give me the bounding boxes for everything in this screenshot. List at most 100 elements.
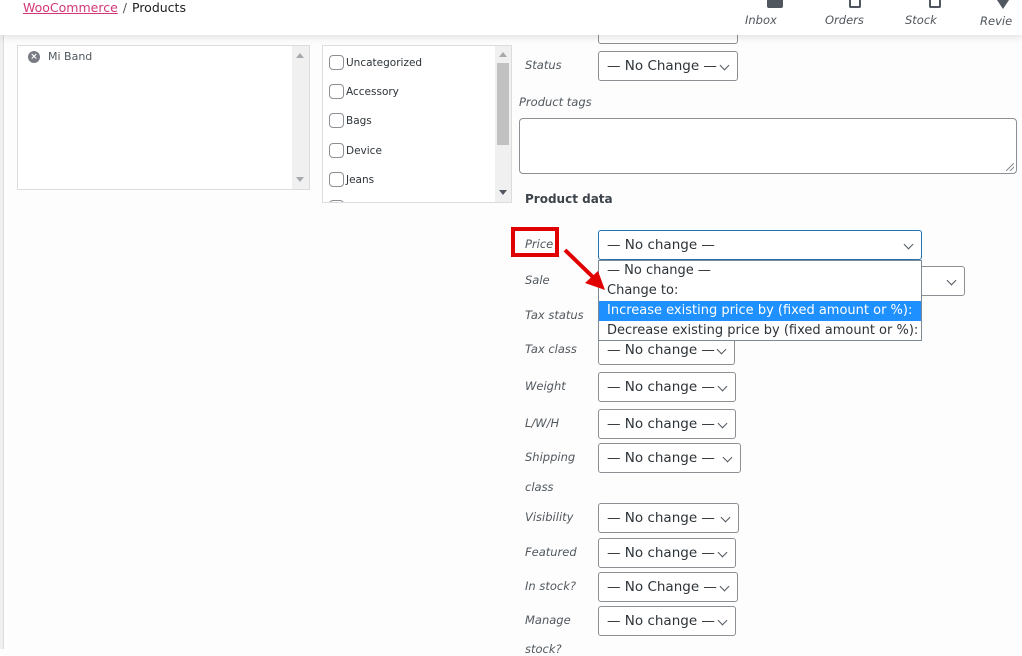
sale-label: Sale (525, 273, 550, 287)
chevron-down-icon (717, 615, 728, 626)
chevron-down-icon (722, 452, 733, 463)
breadcrumb-woocommerce-link[interactable]: WooCommerce (23, 0, 118, 15)
star-icon (997, 0, 1009, 9)
status-select[interactable]: — No Change — (598, 51, 738, 81)
price-dropdown-list: — No change — Change to: Increase existi… (598, 260, 922, 341)
tax-class-label: Tax class (525, 342, 577, 356)
visibility-label: Visibility (525, 510, 574, 524)
nav-stock-label: Stock (905, 13, 937, 27)
price-value: — No change — (607, 237, 715, 253)
category-item[interactable]: Uncategorized (329, 55, 422, 70)
nav-orders[interactable]: Orders (825, 0, 885, 27)
weight-value: — No change — (607, 379, 715, 395)
chevron-down-icon (716, 344, 727, 355)
lwh-label: L/W/H (525, 416, 560, 430)
featured-label: Featured (525, 545, 577, 559)
nav-orders-label: Orders (825, 13, 864, 27)
nav-reviews[interactable]: Revie (980, 0, 1022, 28)
category-checkbox[interactable] (329, 143, 344, 158)
chevron-down-icon (720, 512, 731, 523)
category-item[interactable]: Bags (329, 113, 372, 128)
product-chip-label: Mi Band (48, 50, 93, 63)
in-stock-value: — No Change — (607, 579, 717, 595)
chevron-down-icon (719, 581, 730, 592)
tax-status-label: Tax status (525, 308, 584, 322)
product-data-title: Product data (525, 192, 613, 206)
category-label: Bags (346, 114, 372, 127)
lwh-value: — No change — (607, 416, 715, 432)
category-label: Accessory (346, 85, 399, 98)
annotation-arrow-icon (563, 248, 605, 290)
breadcrumb-current: Products (132, 0, 186, 15)
breadcrumb: WooCommerce / Products (23, 0, 186, 15)
chevron-down-icon (717, 381, 728, 392)
chevron-down-icon (946, 275, 957, 286)
category-checkbox[interactable] (329, 200, 344, 202)
inbox-icon (767, 0, 783, 8)
categories-scrollbar[interactable] (495, 46, 511, 202)
shipping-class-label-2: class (525, 480, 554, 494)
chevron-down-icon (719, 60, 730, 71)
category-label: Jeans (346, 173, 375, 186)
chevron-down-icon (903, 239, 914, 250)
tax-class-value: — No change — (607, 342, 715, 358)
left-divider (0, 35, 4, 649)
status-label: Status (525, 58, 562, 72)
visibility-value: — No change — (607, 510, 715, 526)
category-item[interactable]: Accessory (329, 84, 399, 99)
category-checkbox[interactable] (329, 55, 344, 70)
scroll-up-icon[interactable] (296, 53, 304, 58)
breadcrumb-separator: / (122, 0, 127, 15)
scroll-down-icon[interactable] (499, 190, 507, 195)
manage-stock-label: Manage (525, 613, 571, 627)
price-select[interactable]: — No change — (598, 230, 922, 260)
chevron-down-icon (717, 547, 728, 558)
price-option-change-to[interactable]: Change to: (599, 281, 921, 301)
in-stock-select[interactable]: — No Change — (598, 572, 738, 602)
scroll-down-icon[interactable] (296, 177, 304, 182)
shipping-class-value: — No change — (607, 450, 715, 466)
in-stock-label: In stock? (525, 579, 576, 593)
featured-value: — No change — (607, 545, 715, 561)
chevron-down-icon (717, 418, 728, 429)
annotation-arrow-shaft (563, 248, 599, 283)
category-checkbox[interactable] (329, 172, 344, 187)
product-tags-textarea[interactable] (519, 118, 1017, 174)
price-option-decrease[interactable]: Decrease existing price by (fixed amount… (599, 321, 921, 341)
manage-stock-label-2: stock? (525, 642, 562, 656)
weight-label: Weight (525, 379, 566, 393)
featured-select[interactable]: — No change — (598, 538, 736, 568)
manage-stock-select[interactable]: — No change — (598, 606, 736, 636)
category-item[interactable]: Jeans (329, 172, 374, 187)
categories-checklist: Uncategorized Accessory Bags Device Jean… (322, 45, 512, 203)
shipping-class-label: Shipping (525, 450, 576, 464)
weight-select[interactable]: — No change — (598, 372, 736, 402)
category-item[interactable]: Device (329, 143, 382, 158)
status-value: — No Change — (607, 58, 717, 74)
category-item[interactable] (329, 200, 346, 202)
price-highlight-annotation (511, 227, 559, 257)
selected-products-list[interactable]: × Mi Band (17, 45, 310, 190)
category-label: Uncategorized (346, 56, 423, 69)
nav-inbox-label: Inbox (745, 13, 777, 27)
top-header: WooCommerce / Products Inbox Orders Stock … (0, 0, 1022, 35)
nav-inbox[interactable]: Inbox (745, 0, 805, 27)
resize-handle-icon[interactable] (1006, 163, 1014, 171)
scroll-up-icon[interactable] (499, 52, 507, 57)
lwh-select[interactable]: — No change — (598, 409, 736, 439)
product-chip: × Mi Band (28, 50, 92, 63)
nav-stock[interactable]: Stock (905, 0, 965, 27)
visibility-select[interactable]: — No change — (598, 503, 739, 533)
products-scrollbar[interactable] (292, 46, 309, 189)
price-option-no-change[interactable]: — No change — (599, 261, 921, 281)
shipping-class-select[interactable]: — No change — (598, 443, 741, 473)
category-checkbox[interactable] (329, 113, 344, 128)
stock-icon (929, 0, 941, 8)
manage-stock-value: — No change — (607, 613, 715, 629)
close-circle-icon[interactable]: × (28, 50, 40, 63)
scrollbar-thumb[interactable] (497, 63, 509, 145)
category-checkbox[interactable] (329, 84, 344, 99)
orders-icon (849, 0, 861, 8)
price-option-increase[interactable]: Increase existing price by (fixed amount… (599, 301, 921, 321)
category-label: Device (346, 144, 382, 157)
